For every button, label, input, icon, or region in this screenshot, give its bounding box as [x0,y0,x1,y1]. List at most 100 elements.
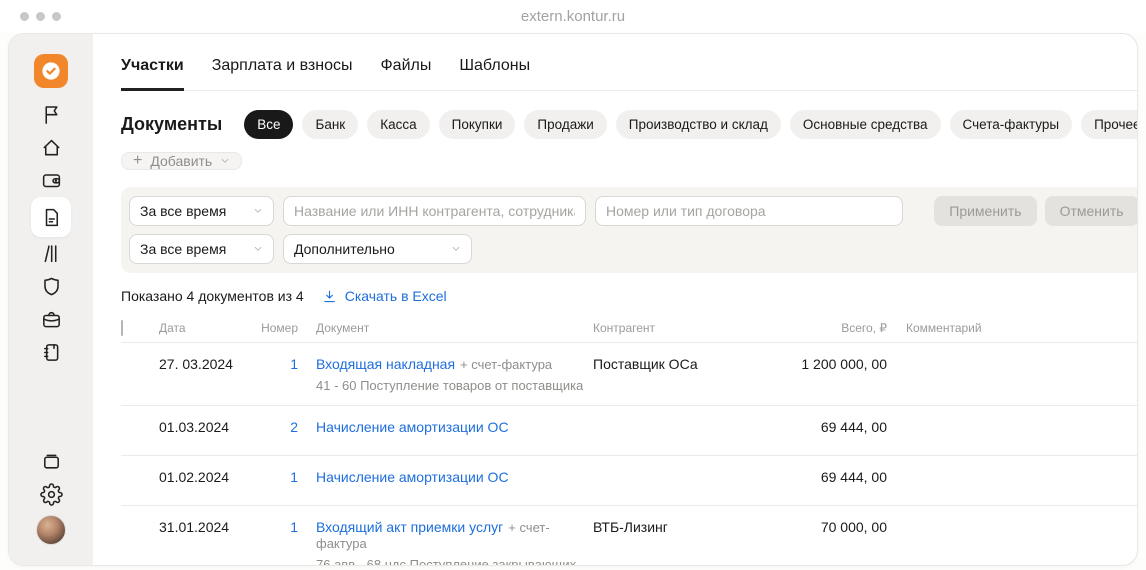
doc-comment [887,356,1138,405]
tab-zarplata[interactable]: Зарплата и взносы [212,57,353,91]
contract-search-input[interactable] [595,196,903,226]
sidebar [9,34,93,565]
doc-total: 1 200 000, 00 [743,356,887,405]
cancel-button[interactable]: Отменить [1045,196,1138,226]
window-control-dot[interactable] [20,12,29,21]
column-header-document: Документ [316,321,593,335]
user-avatar[interactable] [36,515,66,545]
doc-contragent: Поставщик ОСа [593,356,743,405]
chip-osnovnye-sredstva[interactable]: Основные средства [790,110,941,139]
sidebar-item-documents[interactable] [31,197,71,237]
app-window: Участки Зарплата и взносы Файлы Шаблоны … [8,33,1138,566]
category-chips: Все Банк Касса Покупки Продажи Производс… [244,110,1138,139]
tab-uchastki[interactable]: Участки [121,57,184,91]
column-header-total: Всего, ₽ [743,321,887,335]
sidebar-item-references[interactable] [31,237,71,270]
window-control-dot[interactable] [52,12,61,21]
shield-icon [40,275,63,298]
doc-subtitle: 76.авв - 68.ндс Поступление закрывающих … [316,557,593,566]
doc-title-suffix: + счет-фактура [460,357,552,372]
doc-title-link[interactable]: Начисление амортизации ОС [316,469,509,485]
chip-scheta-faktury[interactable]: Счета-фактуры [950,110,1073,139]
add-button-label: Добавить [150,153,212,169]
home-icon [40,136,63,159]
doc-number-link[interactable]: 1 [290,469,298,485]
wallet-icon [40,169,63,192]
sidebar-item-home[interactable] [31,131,71,164]
chip-pokupki[interactable]: Покупки [439,110,516,139]
document-icon [40,206,63,229]
period-select-1-value: За все время [140,203,226,219]
browser-url[interactable]: extern.kontur.ru [0,8,1146,25]
filter-panel: За все время Применить Отменить За все в… [121,187,1138,273]
contragent-search-input[interactable] [283,196,586,226]
chevron-down-icon [220,156,230,166]
sidebar-item-payments[interactable] [31,164,71,197]
window-controls [20,12,61,21]
more-filters-select[interactable]: Дополнительно [283,234,472,264]
archive-icon [40,450,63,473]
column-header-comment: Комментарий [887,321,1138,335]
period-select-2[interactable]: За все время [129,234,274,264]
gear-icon [40,483,63,506]
doc-title-link[interactable]: Входящий акт приемки услуг [316,519,503,535]
column-header-contragent: Контрагент [593,321,743,335]
table-row[interactable]: 31.01.2024 1 Входящий акт приемки услуг+… [121,506,1138,566]
doc-comment [887,519,1138,566]
doc-total: 69 444, 00 [743,419,887,455]
logo-check-icon [39,59,63,83]
sidebar-item-archive[interactable] [31,445,71,478]
chip-kassa[interactable]: Касса [367,110,429,139]
tab-bar: Участки Зарплата и взносы Файлы Шаблоны [121,34,1138,91]
main-content: Участки Зарплата и взносы Файлы Шаблоны … [93,34,1138,565]
sidebar-item-security[interactable] [31,270,71,303]
page-title: Документы [121,114,222,135]
notebook-icon [40,341,63,364]
doc-comment [887,469,1138,505]
apply-button[interactable]: Применить [934,196,1036,226]
doc-title-link[interactable]: Начисление амортизации ОС [316,419,509,435]
doc-subtitle: 41 - 60 Поступление товаров от поставщик… [316,378,593,405]
doc-number-link[interactable]: 1 [290,356,298,372]
chip-bank[interactable]: Банк [302,110,358,139]
period-select-2-value: За все время [140,241,226,257]
download-icon [322,289,337,304]
select-all-checkbox[interactable] [121,320,123,336]
doc-date: 31.01.2024 [159,519,261,566]
kontur-logo[interactable] [34,54,68,88]
add-document-button[interactable]: + Добавить [121,152,242,170]
doc-number-link[interactable]: 2 [290,419,298,435]
doc-date: 01.02.2024 [159,469,261,505]
sidebar-item-services[interactable] [31,303,71,336]
browser-topbar: extern.kontur.ru [0,0,1146,33]
doc-total: 69 444, 00 [743,469,887,505]
doc-contragent [593,469,743,505]
table-row[interactable]: 01.02.2024 1 Начисление амортизации ОС 6… [121,456,1138,506]
export-excel-link[interactable]: Скачать в Excel [322,288,447,304]
sidebar-item-reports[interactable] [31,336,71,369]
doc-contragent [593,419,743,455]
table-row[interactable]: 01.03.2024 2 Начисление амортизации ОС 6… [121,406,1138,456]
briefcase-icon [40,308,63,331]
doc-contragent: ВТБ-Лизинг [593,519,743,566]
chip-vse[interactable]: Все [244,110,293,139]
window-control-dot[interactable] [36,12,45,21]
tab-faily[interactable]: Файлы [381,57,432,91]
doc-total: 70 000, 00 [743,519,887,566]
plus-icon: + [133,153,142,169]
table-row[interactable]: 27. 03.2024 1 Входящая накладная+ счет-ф… [121,343,1138,406]
books-icon [40,242,63,265]
documents-table: Дата Номер Документ Контрагент Всего, ₽ … [121,313,1138,566]
chevron-down-icon [451,244,461,254]
sidebar-item-settings[interactable] [31,478,71,511]
chip-prodazhi[interactable]: Продажи [524,110,606,139]
doc-number-link[interactable]: 1 [290,519,298,535]
sidebar-item-tasks[interactable] [31,98,71,131]
chip-proizvodstvo[interactable]: Производство и склад [616,110,781,139]
doc-title-link[interactable]: Входящая накладная [316,356,455,372]
chevron-down-icon [253,244,263,254]
chip-prochee[interactable]: Прочее [1081,110,1138,139]
period-select-1[interactable]: За все время [129,196,274,226]
column-header-date: Дата [159,321,261,335]
tab-shablony[interactable]: Шаблоны [459,57,530,91]
